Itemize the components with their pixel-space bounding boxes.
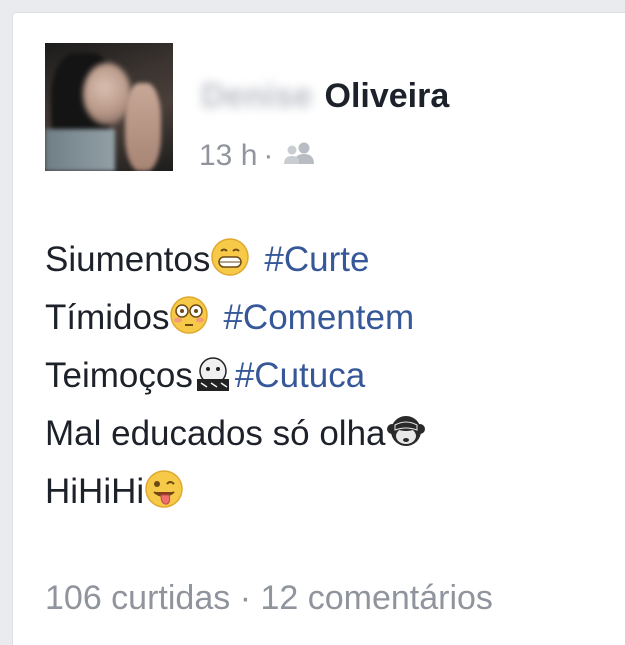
- hashtag-link[interactable]: #Comentem: [223, 289, 414, 347]
- post-stats: 106 curtidas · 12 comentários: [45, 579, 493, 618]
- post-timestamp[interactable]: 13 h: [199, 139, 257, 173]
- hashtag-link[interactable]: #Curte: [264, 231, 369, 289]
- grinning-face-icon: [211, 238, 250, 276]
- hashtag-link[interactable]: #Cutuca: [235, 347, 365, 405]
- post-body: Siumentos #Curte Tímidos #Comentem Teimo…: [45, 231, 426, 521]
- post-meta: 13 h ·: [199, 139, 319, 173]
- post-line-text: Teimoços: [45, 356, 193, 395]
- post-line-text: Siumentos: [45, 240, 211, 279]
- meta-separator: ·: [263, 139, 274, 172]
- author-last-name[interactable]: Oliveira: [325, 77, 450, 116]
- post-line: Siumentos #Curte: [45, 231, 426, 289]
- post-line-text: HiHiHi: [45, 472, 145, 511]
- winking-tongue-face-icon: [145, 470, 183, 508]
- post-line-text: Tímidos: [45, 298, 170, 337]
- likes-count[interactable]: 106 curtidas: [45, 579, 230, 617]
- friends-icon[interactable]: [279, 141, 319, 165]
- comments-count[interactable]: 12 comentários: [260, 579, 492, 617]
- avatar[interactable]: [45, 43, 173, 171]
- flushed-face-icon: [170, 296, 209, 334]
- author-name[interactable]: Denise Oliveira: [201, 77, 449, 116]
- hiding-face-icon: [196, 357, 229, 391]
- post-line: Tímidos #Comentem: [45, 289, 426, 347]
- author-first-name-redacted: Denise: [201, 77, 313, 115]
- post-line: Teimoços #Cutuca: [45, 347, 426, 405]
- post-card: Denise Oliveira 13 h · Siumentos #Curte …: [12, 12, 625, 645]
- see-no-evil-monkey-icon: [386, 416, 425, 446]
- post-line: Mal educados só olha: [45, 405, 426, 463]
- post-line: HiHiHi: [45, 463, 426, 521]
- post-line-text: Mal educados só olha: [45, 414, 386, 453]
- stats-separator: ·: [239, 579, 252, 617]
